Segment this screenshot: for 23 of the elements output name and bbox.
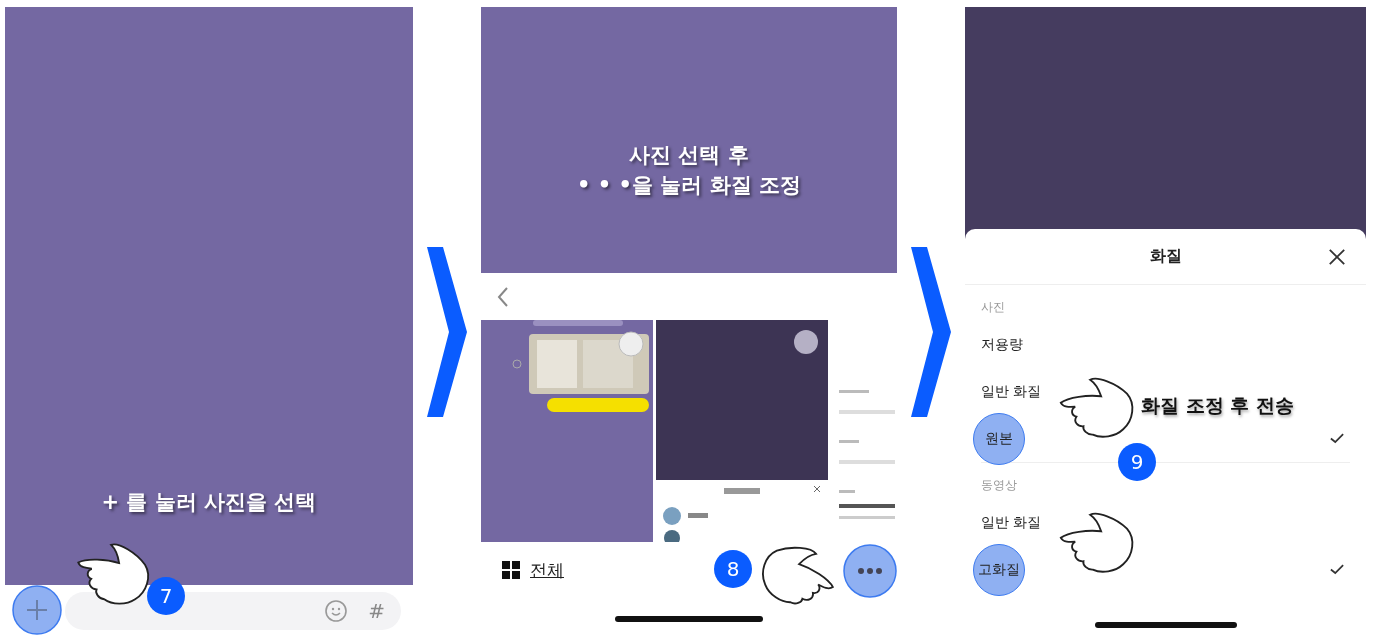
quality-option[interactable]: 저용량 xyxy=(981,335,1023,354)
grid-icon[interactable] xyxy=(502,561,520,579)
step-number-badge: 8 xyxy=(714,550,752,588)
plus-button[interactable] xyxy=(12,585,62,635)
chevron-right-icon xyxy=(427,247,467,417)
sheet-title: 화질 xyxy=(1149,246,1182,267)
more-button[interactable] xyxy=(843,544,897,598)
chevron-right-icon xyxy=(911,247,951,417)
section-heading: 동영상 xyxy=(981,477,1018,494)
instruction-caption: + 를 눌러 사진을 선택 xyxy=(101,488,317,516)
all-photos-link[interactable]: 전체 xyxy=(530,558,564,582)
section-heading: 사진 xyxy=(981,299,1006,316)
emoji-icon[interactable] xyxy=(324,598,349,623)
quality-option[interactable]: 원본 xyxy=(973,412,1025,465)
quality-option[interactable]: 일반 화질 xyxy=(981,513,1042,532)
quality-option[interactable]: 일반 화질 xyxy=(981,382,1042,401)
instruction-caption: 사진 선택 후 • • •을 눌러 화질 조정 xyxy=(577,141,801,199)
screenshot-thumbnail-drawing[interactable] xyxy=(481,320,653,542)
instruction-caption: 화질 조정 후 전송 xyxy=(1141,393,1294,418)
back-icon[interactable] xyxy=(497,285,509,308)
screenshot-thumbnail-drawing[interactable] xyxy=(656,320,828,542)
close-icon[interactable] xyxy=(1328,247,1346,266)
quality-option[interactable]: 고화질 xyxy=(973,543,1025,596)
